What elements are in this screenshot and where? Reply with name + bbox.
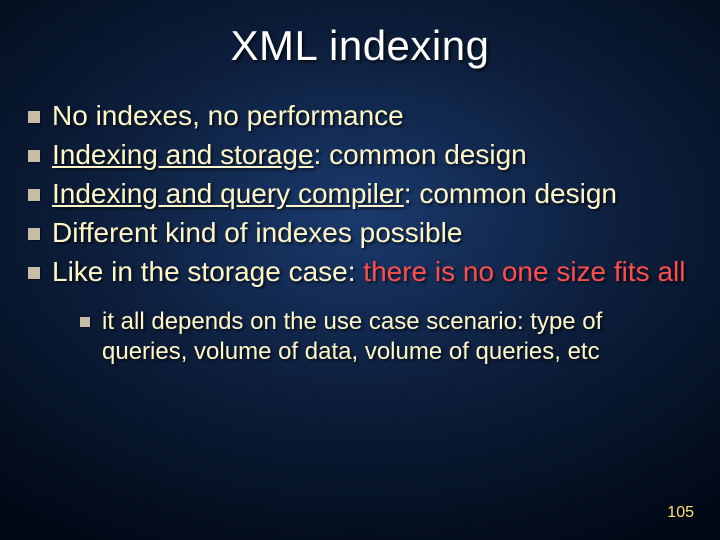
bullet-text: Different kind of indexes possible [52,215,462,252]
sub-bullet-text: it all depends on the use case scenario:… [102,307,692,368]
square-bullet-icon [80,317,90,327]
sub-bullet-list: it all depends on the use case scenario:… [28,293,692,368]
underlined-text: Indexing and query compiler [52,178,404,209]
square-bullet-icon [28,228,40,240]
sub-bullet-item: it all depends on the use case scenario:… [80,307,692,368]
square-bullet-icon [28,111,40,123]
bullet-text: Like in the storage case: there is no on… [52,254,685,291]
slide: XML indexing No indexes, no performance … [0,0,720,540]
bullet-item: Different kind of indexes possible [28,215,692,252]
page-number: 105 [667,504,694,522]
slide-body: No indexes, no performance Indexing and … [0,70,720,368]
square-bullet-icon [28,150,40,162]
bullet-item: Indexing and query compiler: common desi… [28,176,692,213]
square-bullet-icon [28,267,40,279]
bullet-item: Indexing and storage: common design [28,137,692,174]
plain-text: Like in the storage case: [52,256,363,287]
square-bullet-icon [28,189,40,201]
underlined-text: Indexing and storage [52,139,314,170]
bullet-text: No indexes, no performance [52,98,404,135]
bullet-item: No indexes, no performance [28,98,692,135]
bullet-item: Like in the storage case: there is no on… [28,254,692,291]
bullet-text: Indexing and query compiler: common desi… [52,176,617,213]
bullet-text: Indexing and storage: common design [52,137,527,174]
highlighted-text: there is no one size fits all [363,256,685,287]
plain-text: : common design [314,139,527,170]
plain-text: : common design [404,178,617,209]
slide-title: XML indexing [0,0,720,70]
